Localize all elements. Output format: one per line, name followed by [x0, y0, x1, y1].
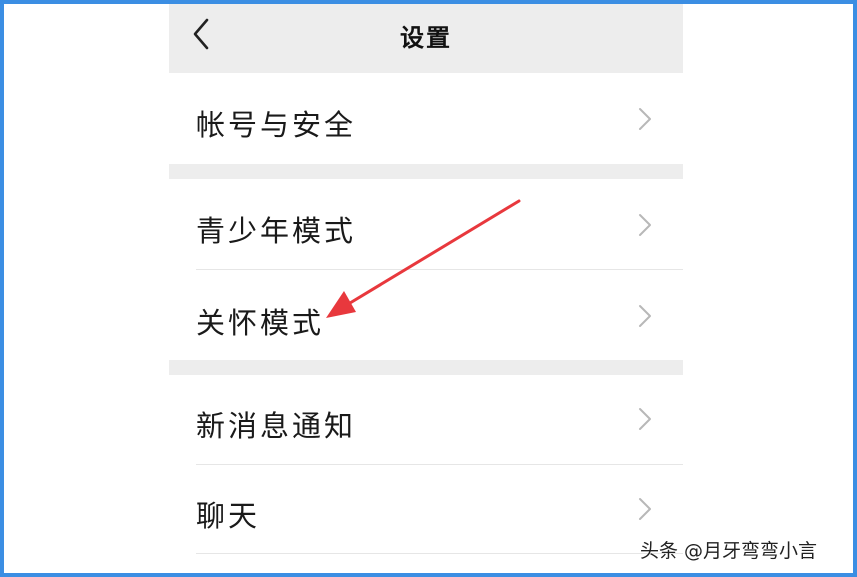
settings-item-label: 青少年模式: [196, 214, 357, 248]
chevron-right-icon: [639, 408, 651, 430]
chevron-right-icon: [639, 214, 651, 236]
settings-item-account-security[interactable]: 帐号与安全: [169, 73, 683, 164]
chevron-right-icon: [639, 305, 651, 327]
section-divider: [169, 164, 683, 179]
chevron-right-icon: [639, 108, 651, 130]
settings-item-chat[interactable]: 聊天: [169, 465, 683, 553]
settings-screen: 设置 帐号与安全 青少年模式 关怀模式 新消息通知 聊天: [169, 0, 683, 577]
watermark: 头条 @月牙弯弯小言: [640, 540, 818, 562]
settings-item-label: 聊天: [196, 499, 261, 533]
settings-item-care-mode[interactable]: 关怀模式: [169, 270, 683, 360]
row-divider: [196, 553, 683, 554]
settings-item-new-message-notifications[interactable]: 新消息通知: [169, 375, 683, 464]
settings-item-label: 帐号与安全: [196, 108, 357, 142]
settings-item-teen-mode[interactable]: 青少年模式: [169, 179, 683, 269]
section-divider: [169, 360, 683, 375]
nav-bar: 设置: [169, 0, 683, 73]
settings-item-label: 关怀模式: [196, 306, 325, 340]
page-title: 设置: [400, 24, 452, 52]
chevron-right-icon: [639, 498, 651, 520]
settings-item-label: 新消息通知: [196, 409, 357, 443]
